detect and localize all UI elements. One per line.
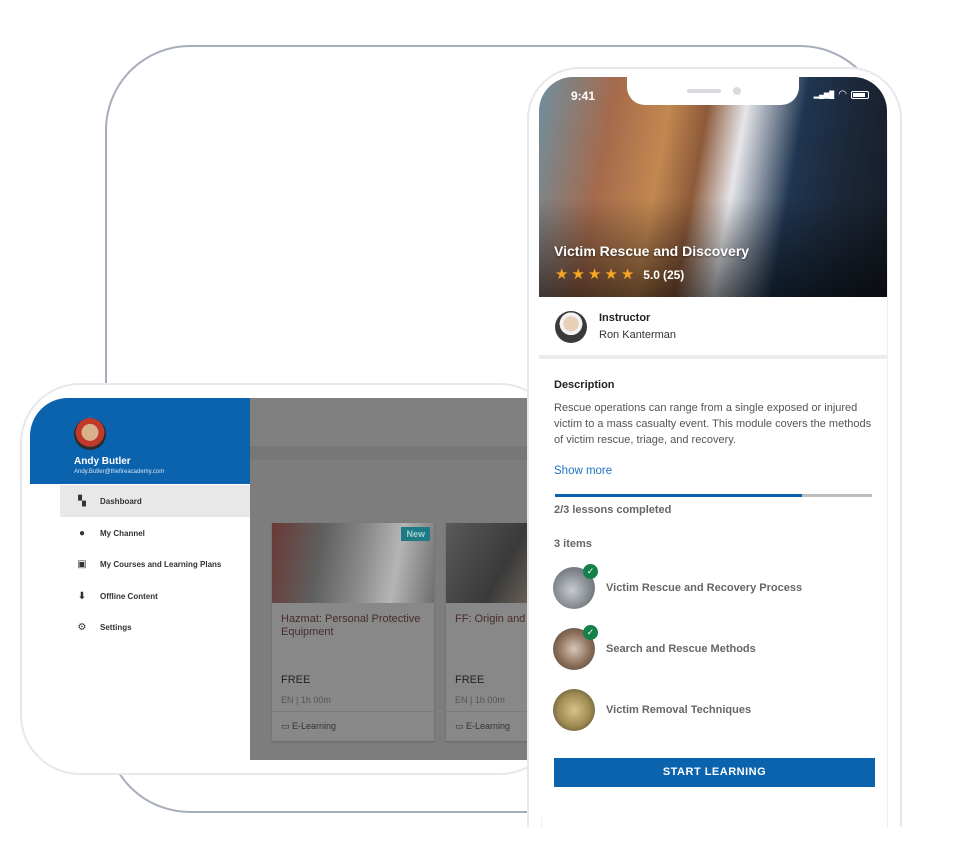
dimmed-dashboard[interactable]: New Hazmat: Personal Protective Equipmen… [74, 398, 530, 760]
lesson-item[interactable]: ✓ Search and Rescue Methods [553, 625, 873, 671]
check-icon: ✓ [583, 564, 598, 579]
drawer-header: Andy Butler Andy.Butler@thefireacademy.c… [30, 398, 250, 484]
course-card-title[interactable]: FF: Origin and Investigation [455, 613, 530, 626]
progress-label: 2/3 lessons completed [554, 504, 672, 516]
course-card-meta: EN | 1h 00m [281, 695, 331, 705]
progress-fill [555, 494, 803, 497]
user-email: Andy.Butler@thefireacademy.com [74, 469, 165, 475]
course-type: ▭ E-Learning [281, 721, 337, 731]
gear-icon: ⚙ [77, 621, 87, 633]
dashboard-icon: ▚ [78, 495, 86, 507]
course-card[interactable]: New Hazmat: Personal Protective Equipmen… [272, 523, 434, 741]
course-card-footer: ▭ E-Learning [446, 711, 530, 741]
star-icon: ★ [571, 266, 585, 283]
battery-icon [851, 90, 869, 99]
drawer-item-label: Dashboard [100, 496, 142, 506]
dashboard-header [250, 398, 530, 446]
phone-notch [627, 77, 799, 105]
lesson-thumbnail: ✓ [553, 564, 598, 609]
drawer-item-label: My Courses and Learning Plans [100, 559, 222, 569]
course-language: EN [455, 695, 468, 705]
signal-icon: ▂▄▆█ [813, 91, 835, 99]
drawer-item-label: Offline Content [100, 591, 158, 601]
course-title: Victim Rescue and Discovery [554, 243, 750, 259]
star-icon: ★ [604, 266, 618, 283]
instructor-avatar [555, 311, 587, 343]
meta-separator: | [296, 695, 299, 705]
star-rating: ★ ★ ★ ★ ★ [555, 267, 634, 282]
drawer-item-my-courses[interactable]: ▣ My Courses and Learning Plans [60, 548, 250, 580]
lesson-item[interactable]: Victim Removal Techniques [553, 688, 873, 732]
course-type: ▭ E-Learning [455, 721, 511, 731]
lesson-name: Victim Rescue and Recovery Process [606, 582, 803, 594]
course-card-title[interactable]: Hazmat: Personal Protective Equipment [281, 613, 431, 639]
star-icon: ★ [555, 266, 569, 283]
phone-camera [733, 87, 741, 95]
course-duration: 1h 00m [300, 695, 331, 705]
course-card-meta: EN | 1h 00m [455, 695, 505, 705]
course-card-image [446, 523, 530, 603]
drawer-item-my-channel[interactable]: ● My Channel [60, 517, 250, 549]
dashboard-subheader [250, 446, 530, 460]
status-time: 9:41 [571, 89, 596, 103]
lesson-item[interactable]: ✓ Victim Rescue and Recovery Process [553, 564, 873, 610]
landscape-screen: New Hazmat: Personal Protective Equipmen… [30, 398, 530, 760]
description-title: Description [554, 379, 615, 391]
status-icons: ▂▄▆█ ◠ [814, 89, 869, 100]
star-icon: ★ [620, 266, 635, 283]
drawer-item-offline-content[interactable]: ⬇ Offline Content [60, 580, 250, 612]
course-card-price: FREE [281, 674, 311, 686]
briefcase-icon: ▣ [77, 558, 87, 570]
lesson-thumbnail [553, 689, 595, 731]
start-learning-button[interactable]: START LEARNING [554, 758, 875, 787]
meta-separator: | [470, 695, 473, 705]
course-card-price: FREE [455, 674, 485, 686]
drawer-item-label: My Channel [100, 528, 145, 538]
course-card-footer: ▭ E-Learning [272, 711, 434, 741]
lesson-name: Victim Removal Techniques [606, 704, 752, 716]
user-name: Andy Butler [74, 456, 131, 467]
check-icon: ✓ [583, 625, 598, 640]
rating-count: (25) [662, 267, 685, 282]
lesson-progress-bar [555, 494, 872, 497]
instructor-section: Instructor Ron Kanterman [539, 297, 887, 359]
rating-value: 5.0 [643, 267, 660, 282]
items-count: 3 items [554, 538, 592, 550]
drawer-item-dashboard[interactable]: ▚ Dashboard [60, 485, 250, 517]
lesson-thumbnail: ✓ [553, 625, 598, 670]
download-icon: ⬇ [77, 590, 87, 602]
drawer-item-label: Settings [100, 622, 132, 632]
course-hero-image: 9:41 ▂▄▆█ ◠ Victim Rescue and Discovery … [539, 77, 887, 297]
star-icon: ★ [587, 266, 602, 283]
user-avatar[interactable] [74, 418, 106, 450]
navigation-drawer: Andy Butler Andy.Butler@thefireacademy.c… [30, 398, 250, 760]
e-learning-icon: ▭ [455, 721, 464, 731]
description-text: Rescue operations can range from a singl… [554, 402, 872, 446]
phone-speaker [687, 89, 721, 93]
course-rating: ★ ★ ★ ★ ★ 5.0 (25) [555, 267, 684, 282]
course-detail-screen: 9:41 ▂▄▆█ ◠ Victim Rescue and Discovery … [539, 77, 887, 817]
wifi-icon: ◠ [838, 89, 847, 100]
lesson-name: Search and Rescue Methods [606, 643, 756, 655]
new-badge: New [401, 527, 430, 541]
instructor-name[interactable]: Ron Kanterman [599, 329, 676, 341]
person-icon: ● [78, 527, 86, 539]
instructor-label: Instructor [599, 312, 651, 324]
course-language: EN [281, 695, 294, 705]
course-card[interactable]: FF: Origin and Investigation FREE EN | 1… [446, 523, 530, 741]
drawer-item-settings[interactable]: ⚙ Settings [60, 611, 250, 643]
course-duration: 1h 00m [474, 695, 505, 705]
show-more-link[interactable]: Show more [554, 465, 612, 477]
e-learning-icon: ▭ [281, 721, 290, 731]
